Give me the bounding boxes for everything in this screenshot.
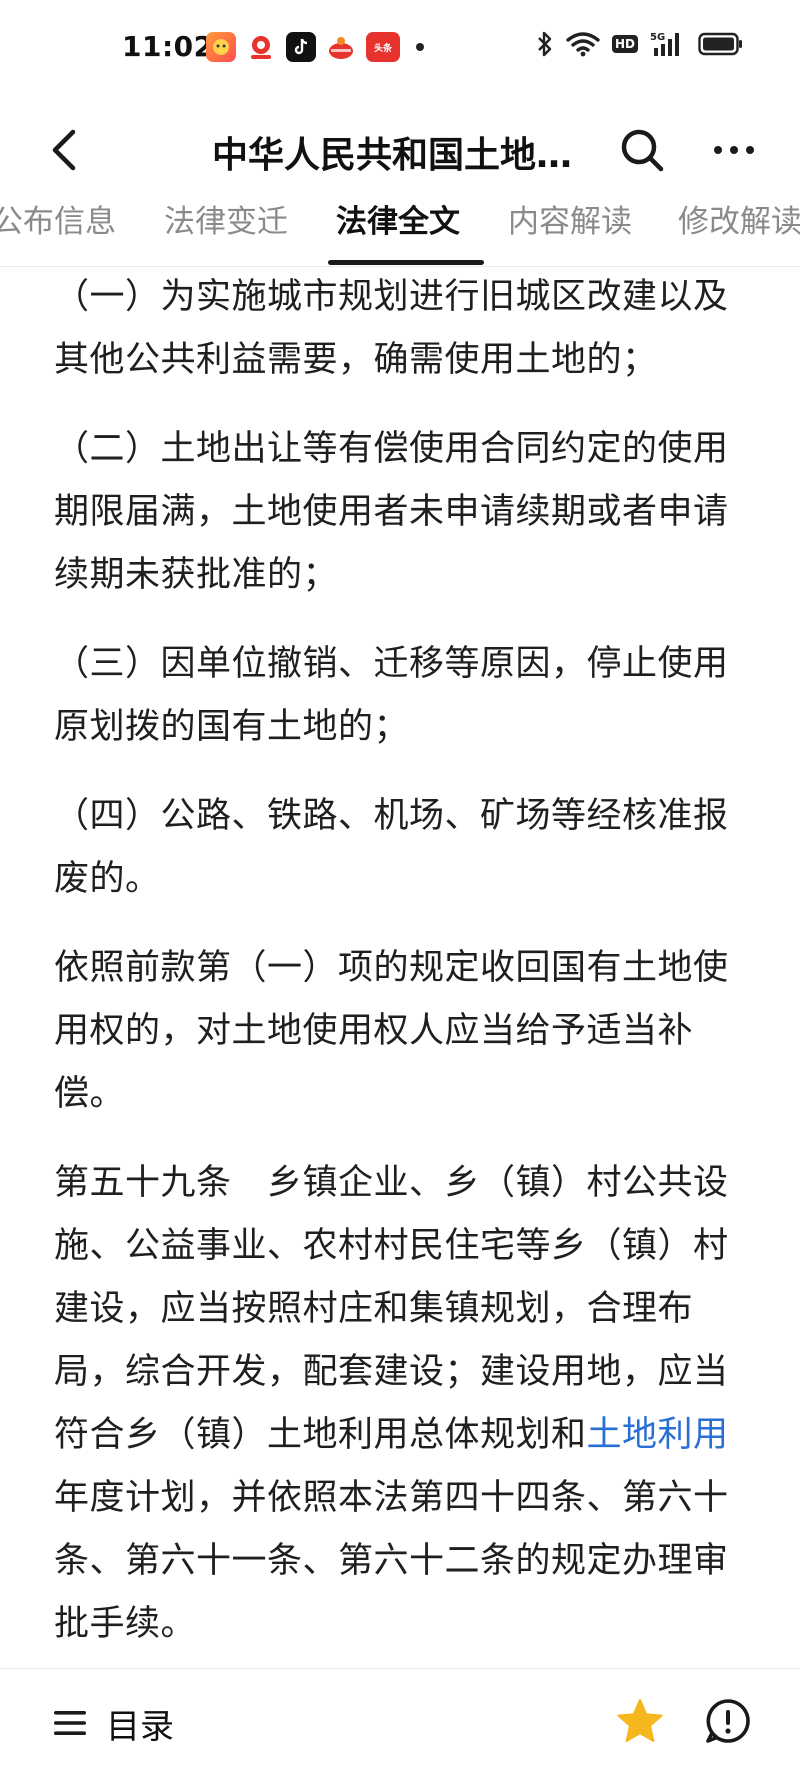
more-options-button[interactable]	[706, 122, 762, 178]
table-of-contents-button[interactable]: 目录	[54, 1695, 174, 1751]
hd-label: HD	[611, 35, 638, 53]
tab-amendment-interpretation[interactable]: 修改解读	[678, 200, 800, 266]
tab-content-interpretation[interactable]: 内容解读	[508, 200, 632, 266]
bluetooth-icon	[536, 30, 554, 58]
favorite-button[interactable]	[612, 1693, 668, 1749]
star-icon	[617, 1699, 663, 1742]
more-horizontal-icon	[714, 146, 754, 154]
tab-full-text[interactable]: 法律全文	[336, 200, 460, 266]
status-bar: 11:02 头条 HD 5G	[0, 0, 800, 100]
toc-label: 目录	[106, 1706, 174, 1747]
feedback-icon	[706, 1699, 750, 1743]
notification-icons: 头条	[206, 32, 424, 62]
title-bar: 中华人民共和国土地…	[0, 100, 800, 200]
menu-icon	[54, 1711, 86, 1735]
tiktok-icon	[286, 32, 316, 62]
tab-law-changes[interactable]: 法律变迁	[164, 200, 288, 266]
feedback-button[interactable]	[700, 1693, 756, 1749]
wifi-icon	[566, 31, 600, 57]
search-button[interactable]	[614, 122, 670, 178]
app-icon-4	[326, 32, 356, 62]
chevron-left-icon	[52, 129, 76, 171]
paragraph: （二）土地出让等有偿使用合同约定的使用期限届满，土地使用者未申请续期或者申请续期…	[54, 429, 729, 595]
app-icon-2	[246, 32, 276, 62]
paragraph: （四）公路、铁路、机场、矿场等经核准报废的。	[54, 796, 729, 899]
app-icon-1	[206, 32, 236, 62]
bottom-bar: 目录	[0, 1668, 800, 1779]
law-full-text: （一）为实施城市规划进行旧城区改建以及其他公共利益需要，确需使用土地的； （二）…	[54, 266, 754, 1666]
battery-icon	[698, 32, 744, 56]
status-time: 11:02	[122, 30, 214, 63]
article-59-text-end: 年度计划，并依照本法第四十四条、第六十条、第六十一条、第六十二条的规定办理审批手…	[54, 1478, 729, 1644]
back-button[interactable]	[36, 122, 92, 178]
paragraph: 依照前款第（一）项的规定收回国有土地使用权的，对土地使用权人应当给予适当补偿。	[54, 948, 729, 1114]
land-use-link[interactable]: 土地利用	[587, 1415, 729, 1455]
tab-publish-info[interactable]: 公布信息	[0, 200, 116, 266]
active-tab-indicator	[328, 260, 484, 265]
article-59-text-start: 第五十九条 乡镇企业、乡（镇）村公共设施、公益事业、农村村民住宅等乡（镇）村建设…	[54, 1163, 729, 1455]
tab-bar: 公布信息 法律变迁 法律全文 内容解读 修改解读	[0, 200, 800, 267]
paragraph: （三）因单位撤销、迁移等原因，停止使用原划拨的国有土地的；	[54, 644, 729, 747]
more-notifications-dot	[416, 43, 424, 51]
system-icons: HD 5G	[524, 30, 744, 58]
article-59-paragraph: 第五十九条 乡镇企业、乡（镇）村公共设施、公益事业、农村村民住宅等乡（镇）村建设…	[54, 1152, 754, 1656]
search-icon	[621, 129, 664, 172]
signal-icon: 5G	[650, 30, 686, 58]
page-title: 中华人民共和国土地…	[212, 135, 573, 176]
hd-icon: HD	[611, 35, 638, 53]
toutiao-icon: 头条	[366, 32, 400, 62]
svg-text:5G: 5G	[650, 32, 665, 43]
paragraph: （一）为实施城市规划进行旧城区改建以及其他公共利益需要，确需使用土地的；	[54, 277, 729, 380]
